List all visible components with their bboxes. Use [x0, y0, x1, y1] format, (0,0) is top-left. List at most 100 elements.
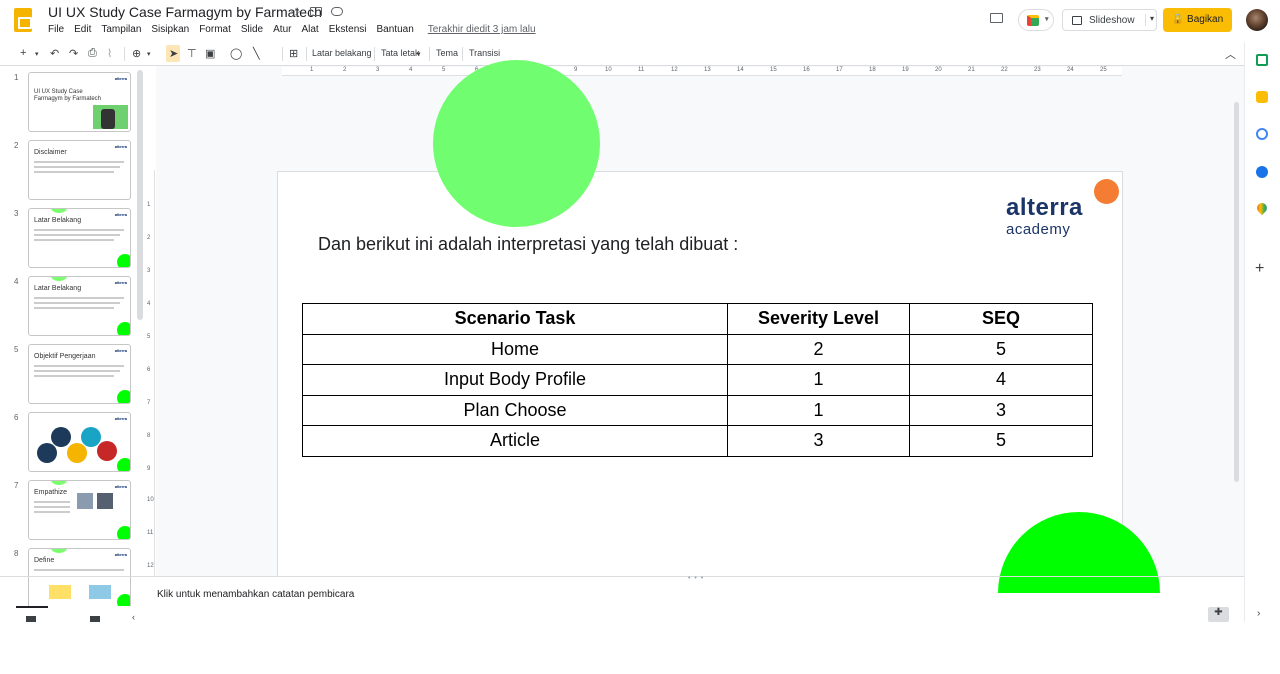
- print-icon[interactable]: ⎙: [88, 47, 97, 60]
- avatar[interactable]: [1246, 9, 1268, 31]
- new-slide-dropdown-icon[interactable]: ▾: [35, 50, 39, 58]
- expand-panel-icon[interactable]: ›: [1257, 608, 1260, 619]
- table-row: Article 3 5: [302, 425, 1093, 457]
- meet-button[interactable]: ▾: [1018, 9, 1054, 31]
- tasks-icon[interactable]: [1256, 128, 1268, 140]
- menu-extensions[interactable]: Ekstensi: [329, 24, 367, 38]
- table-header: Severity Level: [727, 303, 910, 335]
- table-cell: Article: [302, 425, 728, 457]
- star-icon[interactable]: ☆: [290, 5, 302, 21]
- slide-thumbnail[interactable]: Disclaimer alterra: [28, 140, 131, 200]
- last-edit-link[interactable]: Terakhir diedit 3 jam lalu: [428, 24, 536, 38]
- slide-number: 8: [14, 549, 19, 558]
- layout-button[interactable]: Tata letak: [381, 48, 420, 58]
- slide-thumbnail[interactable]: Latar Belakang alterra: [28, 208, 131, 268]
- slide-thumbnail[interactable]: Empathize alterra: [28, 480, 131, 540]
- contacts-icon[interactable]: [1256, 166, 1268, 178]
- menu-slide[interactable]: Slide: [241, 24, 263, 38]
- notes-resize-handle[interactable]: • • •: [688, 575, 704, 582]
- menu-edit[interactable]: Edit: [74, 24, 91, 38]
- share-button[interactable]: 🔒 Bagikan: [1163, 8, 1232, 32]
- select-arrow-icon[interactable]: ➤: [169, 47, 178, 60]
- text-box-icon[interactable]: ⊤: [187, 47, 197, 60]
- sheets-icon[interactable]: [1256, 54, 1268, 66]
- toolbar-divider: [306, 47, 307, 61]
- table-row: Home 2 5: [302, 333, 1093, 365]
- slideshow-icon: [1072, 16, 1082, 25]
- collapse-menus-icon[interactable]: ︿: [1225, 46, 1236, 62]
- table-cell: Input Body Profile: [302, 364, 728, 396]
- lock-icon: 🔒: [1171, 14, 1185, 25]
- line-icon[interactable]: ╲: [253, 47, 260, 60]
- table-cell: Plan Choose: [302, 394, 728, 426]
- document-title[interactable]: UI UX Study Case Farmagym by Farmatech: [48, 4, 322, 20]
- layout-dropdown-icon[interactable]: ▾: [417, 50, 421, 58]
- slide-number: 6: [14, 413, 19, 422]
- transition-button[interactable]: Transisi: [469, 48, 500, 58]
- canvas-scrollbar[interactable]: [1234, 102, 1239, 482]
- filmstrip-view-icon[interactable]: [26, 616, 36, 622]
- notes-divider[interactable]: [0, 576, 1244, 577]
- slides-logo-icon[interactable]: [14, 8, 32, 32]
- vertical-ruler[interactable]: 1 2 3 4 5 6 7 8 9 10 11 12: [146, 170, 155, 576]
- comment-history-icon[interactable]: [990, 13, 1003, 23]
- speaker-notes-input[interactable]: Klik untuk menambahkan catatan pembicara: [157, 589, 354, 600]
- thumbnail-logo: alterra: [114, 416, 127, 421]
- menu-format[interactable]: Format: [199, 24, 231, 38]
- brand-orange-dot: [1094, 179, 1119, 204]
- menu-arrange[interactable]: Atur: [273, 24, 291, 38]
- grid-view-indicator: [16, 606, 48, 608]
- add-ons-plus-icon[interactable]: +: [1255, 260, 1264, 278]
- slide-number: 1: [14, 73, 19, 82]
- slideshow-dropdown-icon[interactable]: ▾: [1145, 14, 1154, 26]
- slide-number: 3: [14, 209, 19, 218]
- move-folder-icon[interactable]: [310, 7, 322, 16]
- thumbnail-title: Empathize: [34, 489, 68, 496]
- horizontal-ruler[interactable]: 1234567891011121314151617181920212223242…: [282, 67, 1122, 76]
- undo-icon[interactable]: ↶: [50, 47, 59, 60]
- slide-heading[interactable]: Dan berikut ini adalah interpretasi yang…: [318, 234, 738, 255]
- slideshow-button[interactable]: Slideshow ▾: [1062, 9, 1157, 31]
- zoom-icon[interactable]: ⊕: [132, 47, 141, 60]
- keep-icon[interactable]: [1256, 91, 1268, 103]
- slide-thumbnail[interactable]: Latar Belakang alterra: [28, 276, 131, 336]
- slide-thumbnail[interactable]: Objektif Pengerjaan alterra: [28, 344, 131, 404]
- add-comment-icon[interactable]: ⊞: [289, 47, 298, 60]
- thumbnail-image: [93, 105, 128, 129]
- thumbnail-logo: alterra: [114, 484, 127, 489]
- table-row: Plan Choose 1 3: [302, 394, 1093, 426]
- new-slide-icon[interactable]: +: [20, 47, 26, 59]
- table-cell: 1: [727, 364, 910, 396]
- menu-insert[interactable]: Sisipkan: [151, 24, 189, 38]
- table-header: SEQ: [909, 303, 1093, 335]
- filmstrip-scrollbar[interactable]: [137, 70, 143, 320]
- cloud-status-icon[interactable]: [331, 7, 343, 16]
- slide-thumbnail[interactable]: Define alterra: [28, 548, 131, 608]
- zoom-dropdown-icon[interactable]: ▾: [147, 50, 151, 58]
- toolbar-divider: [124, 47, 125, 61]
- menu-file[interactable]: File: [48, 24, 64, 38]
- paint-format-icon[interactable]: ⌇: [107, 47, 112, 60]
- slide-thumbnail[interactable]: alterra: [28, 412, 131, 472]
- toolbar-divider: [462, 47, 463, 61]
- image-icon[interactable]: ▣: [205, 47, 215, 60]
- table-cell: 4: [909, 364, 1093, 396]
- toolbar-divider: [429, 47, 430, 61]
- explore-button[interactable]: ✚: [1208, 607, 1229, 622]
- menu-view[interactable]: Tampilan: [101, 24, 141, 38]
- decorative-green-circle: [433, 60, 600, 227]
- table-cell: 5: [909, 333, 1093, 365]
- slideshow-label: Slideshow: [1089, 15, 1135, 26]
- background-button[interactable]: Latar belakang: [312, 48, 372, 58]
- slide-filmstrip: 1 UI UX Study Case Farmagym by Farmatech…: [0, 66, 156, 622]
- menu-tools[interactable]: Alat: [301, 24, 318, 38]
- slide-thumbnail[interactable]: UI UX Study Case Farmagym by Farmatech a…: [28, 72, 131, 132]
- collapse-filmstrip-icon[interactable]: ‹: [132, 612, 138, 622]
- table-cell: Home: [302, 333, 728, 365]
- menu-help[interactable]: Bantuan: [377, 24, 414, 38]
- shape-icon[interactable]: ◯: [230, 47, 242, 60]
- redo-icon[interactable]: ↷: [69, 47, 78, 60]
- results-table[interactable]: Scenario Task Severity Level SEQ Home 2 …: [302, 303, 1093, 457]
- grid-view-icon[interactable]: [90, 616, 100, 622]
- theme-button[interactable]: Tema: [436, 48, 458, 58]
